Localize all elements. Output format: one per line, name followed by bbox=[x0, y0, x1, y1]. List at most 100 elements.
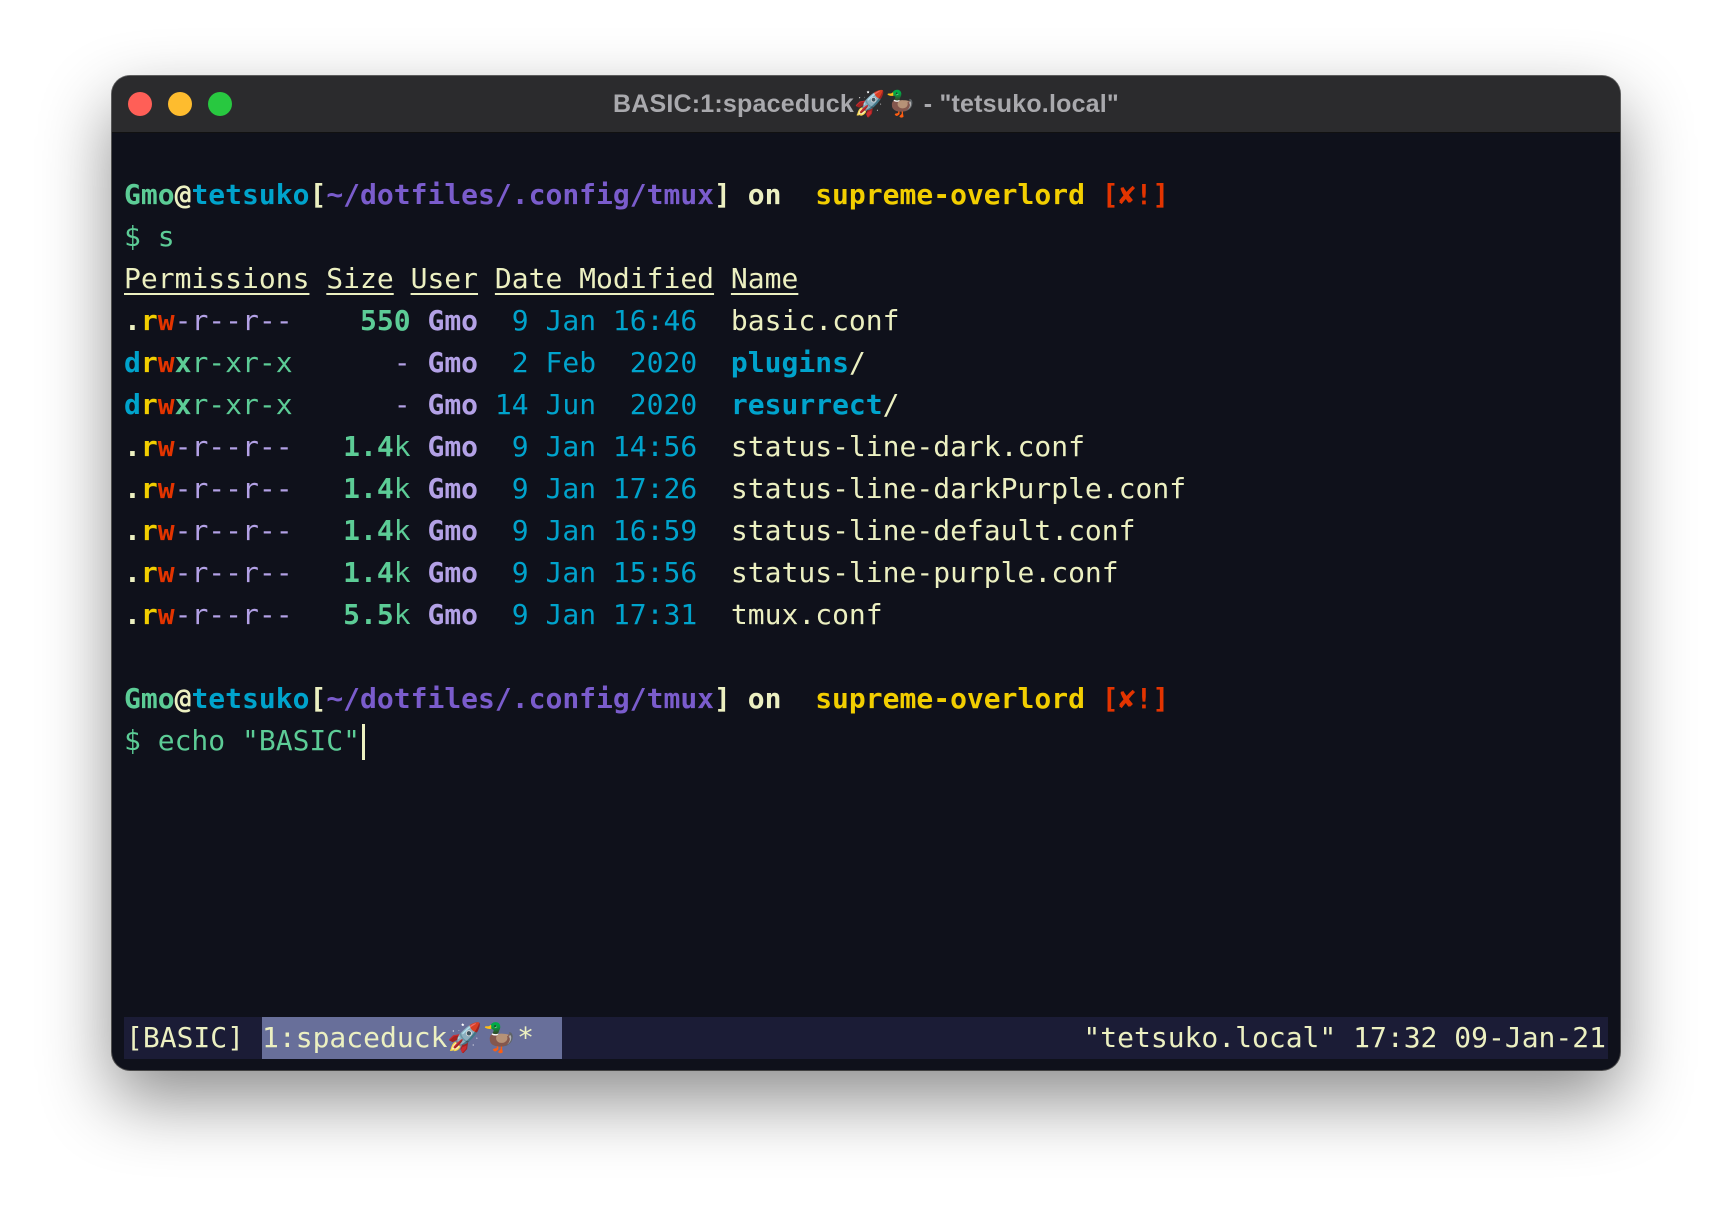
header-date-modified: Date Modified bbox=[494, 262, 715, 295]
date-cell: 9 Jan 14:56 bbox=[494, 430, 698, 463]
perm-type: . bbox=[124, 598, 141, 631]
user-cell: Gmo bbox=[427, 430, 479, 463]
perm-rest: r-xr-x bbox=[191, 346, 293, 379]
prompt-branch: supreme-overlord bbox=[815, 178, 1085, 211]
tmux-window-tab[interactable]: 1:spaceduck🚀🦆* bbox=[262, 1017, 562, 1059]
prompt-user: Gmo bbox=[124, 178, 175, 211]
perm-read: r bbox=[140, 346, 158, 379]
perm-exec: x bbox=[174, 346, 192, 379]
perm-type: d bbox=[124, 388, 141, 421]
tmux-status-right: "tetsuko.local" 17:32 09-Jan-21 bbox=[1083, 1021, 1606, 1054]
prompt-line: Gmo@tetsuko[~/dotfiles/.config/tmux] on … bbox=[124, 174, 1608, 216]
prompt-user: Gmo bbox=[124, 682, 175, 715]
prompt-path: ~/dotfiles/.config/tmux bbox=[326, 682, 715, 715]
size-cell: 1.4k bbox=[343, 472, 410, 505]
perm-rest: r--r-- bbox=[191, 430, 293, 463]
perm-rest: r--r-- bbox=[191, 304, 293, 337]
listing-header: Permissions Size User Date Modified Name bbox=[124, 258, 1608, 300]
permissions-cell: .rw-r--r-- bbox=[124, 472, 293, 505]
perm-exec: - bbox=[174, 472, 192, 505]
file-name[interactable]: basic.conf bbox=[731, 304, 900, 337]
file-name[interactable]: tmux.conf bbox=[731, 598, 883, 631]
prompt-path-close: ] bbox=[714, 178, 731, 211]
table-row: drwxr-xr-x - Gmo 14 Jun 2020 resurrect/ bbox=[124, 384, 1608, 426]
perm-read: r bbox=[140, 388, 158, 421]
user-cell: Gmo bbox=[427, 388, 479, 421]
perm-write: w bbox=[157, 514, 175, 547]
directory-name[interactable]: resurrect bbox=[731, 388, 883, 421]
header-name: Name bbox=[730, 262, 799, 295]
perm-write: w bbox=[157, 556, 175, 589]
perm-rest: r--r-- bbox=[191, 598, 293, 631]
user-cell: Gmo bbox=[427, 346, 479, 379]
text-cursor bbox=[362, 724, 366, 760]
perm-read: r bbox=[140, 556, 158, 589]
perm-read: r bbox=[140, 472, 158, 505]
perm-rest: r--r-- bbox=[191, 514, 293, 547]
prompt-symbol: $ bbox=[124, 220, 141, 253]
perm-read: r bbox=[140, 304, 158, 337]
header-permissions: Permissions bbox=[124, 262, 310, 295]
perm-read: r bbox=[140, 430, 158, 463]
perm-write: w bbox=[157, 304, 175, 337]
user-cell: Gmo bbox=[427, 472, 479, 505]
size-cell: - bbox=[394, 388, 411, 421]
prompt-path-open: [ bbox=[309, 682, 327, 715]
title-bar[interactable]: BASIC:1:spaceduck🚀🦆 - "tetsuko.local" bbox=[112, 76, 1620, 133]
perm-exec: - bbox=[174, 556, 192, 589]
permissions-cell: drwxr-xr-x bbox=[124, 346, 293, 379]
command-input[interactable]: echo "BASIC" bbox=[158, 724, 360, 757]
table-row: .rw-r--r-- 1.4k Gmo 9 Jan 17:26 status-l… bbox=[124, 468, 1608, 510]
tmux-session-name: [BASIC] bbox=[126, 1021, 245, 1054]
size-cell: 1.4k bbox=[343, 556, 410, 589]
file-name[interactable]: status-line-darkPurple.conf bbox=[731, 472, 1186, 505]
table-row: .rw-r--r-- 5.5k Gmo 9 Jan 17:31 tmux.con… bbox=[124, 594, 1608, 636]
terminal-content[interactable]: Gmo@tetsuko[~/dotfiles/.config/tmux] on … bbox=[124, 174, 1608, 762]
size-unit: k bbox=[393, 598, 411, 631]
date-cell: 9 Jan 17:26 bbox=[494, 472, 698, 505]
prompt-on: on bbox=[730, 178, 799, 211]
table-row: drwxr-xr-x - Gmo 2 Feb 2020 plugins/ bbox=[124, 342, 1608, 384]
size-cell: 550 bbox=[360, 304, 411, 337]
file-name[interactable]: status-line-purple.conf bbox=[731, 556, 1119, 589]
perm-read: r bbox=[140, 514, 158, 547]
prompt-path-open: [ bbox=[309, 178, 327, 211]
command-text: s bbox=[157, 220, 175, 253]
prompt-line: Gmo@tetsuko[~/dotfiles/.config/tmux] on … bbox=[124, 678, 1608, 720]
file-name[interactable]: status-line-dark.conf bbox=[731, 430, 1085, 463]
name-cell: tmux.conf bbox=[731, 598, 883, 631]
table-row: .rw-r--r-- 1.4k Gmo 9 Jan 16:59 status-l… bbox=[124, 510, 1608, 552]
perm-write: w bbox=[157, 346, 175, 379]
user-cell: Gmo bbox=[427, 514, 479, 547]
date-cell: 9 Jan 16:59 bbox=[494, 514, 698, 547]
permissions-cell: drwxr-xr-x bbox=[124, 388, 293, 421]
git-status: [✘!] bbox=[1101, 682, 1170, 715]
perm-rest: r-xr-x bbox=[191, 388, 293, 421]
command-line[interactable]: $ echo "BASIC" bbox=[124, 720, 1608, 762]
name-cell: plugins/ bbox=[731, 346, 866, 379]
permissions-cell: .rw-r--r-- bbox=[124, 304, 293, 337]
directory-name[interactable]: plugins bbox=[731, 346, 849, 379]
size-unit: k bbox=[393, 556, 411, 589]
perm-rest: r--r-- bbox=[191, 472, 293, 505]
perm-exec: - bbox=[174, 514, 192, 547]
date-cell: 9 Jan 17:31 bbox=[494, 598, 698, 631]
size-unit: k bbox=[393, 472, 411, 505]
perm-type: . bbox=[124, 472, 141, 505]
table-row: .rw-r--r-- 1.4k Gmo 9 Jan 15:56 status-l… bbox=[124, 552, 1608, 594]
size-unit: k bbox=[393, 430, 411, 463]
date-cell: 9 Jan 15:56 bbox=[494, 556, 698, 589]
name-cell: resurrect/ bbox=[731, 388, 900, 421]
prompt-branch: supreme-overlord bbox=[815, 682, 1085, 715]
dir-suffix: / bbox=[848, 346, 866, 379]
size-value: - bbox=[393, 388, 411, 421]
name-cell: status-line-purple.conf bbox=[731, 556, 1119, 589]
table-row: .rw-r--r-- 1.4k Gmo 9 Jan 14:56 status-l… bbox=[124, 426, 1608, 468]
file-name[interactable]: status-line-default.conf bbox=[731, 514, 1136, 547]
size-value: - bbox=[393, 346, 411, 379]
permissions-cell: .rw-r--r-- bbox=[124, 514, 293, 547]
perm-exec: - bbox=[174, 430, 192, 463]
perm-write: w bbox=[157, 598, 175, 631]
name-cell: status-line-dark.conf bbox=[731, 430, 1085, 463]
